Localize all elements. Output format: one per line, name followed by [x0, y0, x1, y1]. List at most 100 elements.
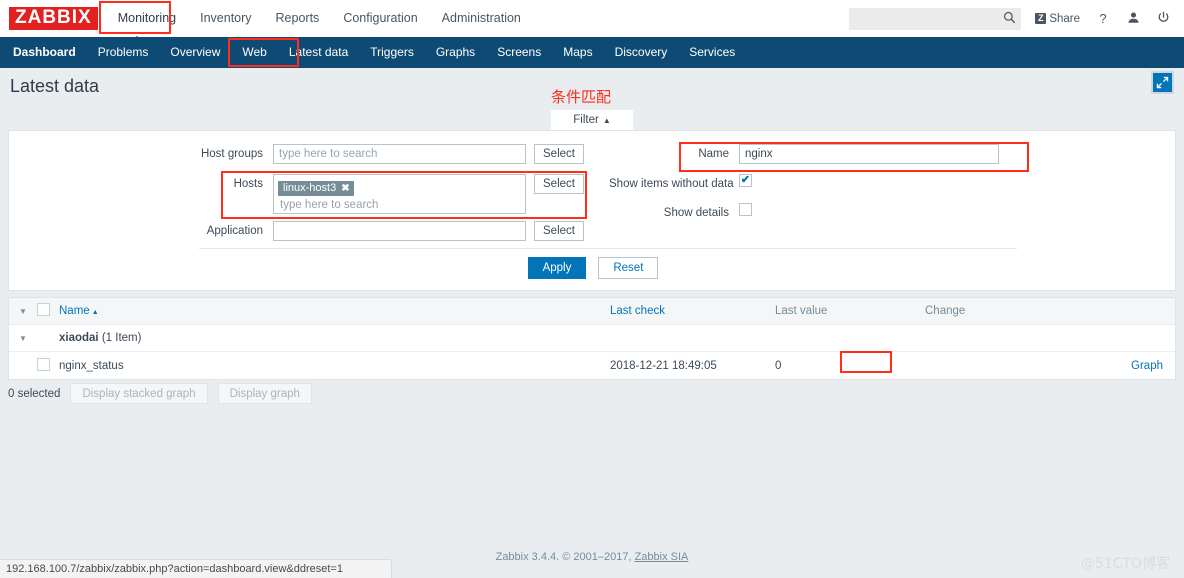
zabbix-latest-data-page: ZABBIX Monitoring Inventory Reports Conf…: [0, 0, 1184, 578]
vendor-link[interactable]: Zabbix SIA: [635, 551, 689, 563]
application-select-button[interactable]: Select: [534, 221, 584, 241]
host-chip-label: linux-host3: [283, 182, 337, 194]
subnav-item-web[interactable]: Web: [231, 37, 277, 68]
display-stacked-graph-button[interactable]: Display stacked graph: [70, 383, 208, 404]
sub-navigation-bar: Dashboard Problems Overview Web Latest d…: [0, 37, 1184, 68]
filter-divider: [199, 248, 1017, 249]
column-header-last-value: Last value: [775, 305, 828, 317]
subnav-item-dashboard[interactable]: Dashboard: [2, 37, 87, 68]
global-search[interactable]: [849, 7, 1022, 30]
sort-ascending-icon: ▲: [91, 309, 99, 316]
reset-button[interactable]: Reset: [598, 257, 659, 279]
hosts-input-placeholder[interactable]: type here to search: [278, 199, 521, 211]
group-item-count: (1 Item): [101, 332, 142, 344]
host-chip-linux-host3[interactable]: linux-host3 ✖: [278, 180, 354, 196]
show-items-without-data-checkbox[interactable]: ✔: [739, 174, 752, 187]
subnav-item-problems[interactable]: Problems: [87, 37, 160, 68]
main-menu: Monitoring Inventory Reports Configurati…: [106, 0, 533, 37]
column-header-name[interactable]: Name ▲: [59, 305, 610, 317]
label-hosts: Hosts: [233, 178, 263, 190]
column-header-name-label: Name: [59, 305, 90, 317]
filter-panel: Host groups Select Hosts linux-host3 ✖ t…: [8, 130, 1176, 291]
table-footer-actions: 0 selected Display stacked graph Display…: [8, 383, 312, 404]
label-host-groups: Host groups: [200, 148, 263, 160]
subnav-item-triggers[interactable]: Triggers: [359, 37, 425, 68]
help-glyph: ?: [1099, 11, 1107, 26]
browser-status-bar: 192.168.100.7/zabbix/zabbix.php?action=d…: [0, 559, 392, 578]
filter-fields: Host groups Select Hosts linux-host3 ✖ t…: [9, 131, 1175, 241]
column-header-last-check[interactable]: Last check: [610, 305, 775, 317]
close-icon[interactable]: ✖: [341, 183, 349, 194]
row-graph-link[interactable]: Graph: [1065, 360, 1175, 372]
kiosk-mode-button[interactable]: [1151, 71, 1174, 94]
row-last-check: 2018-12-21 18:49:05: [610, 359, 717, 372]
show-details-checkbox[interactable]: [739, 203, 752, 216]
group-host-name[interactable]: xiaodai: [59, 332, 99, 344]
display-graph-button[interactable]: Display graph: [217, 383, 312, 404]
field-host-groups: Host groups Select: [19, 144, 584, 164]
user-profile-icon[interactable]: [1126, 11, 1140, 27]
group-collapse-caret-icon[interactable]: ▼: [9, 334, 37, 343]
filter-action-buttons: Apply Reset: [9, 257, 1177, 279]
subnav-item-latest-data[interactable]: Latest data: [278, 37, 359, 68]
field-show-details: Show details: [609, 203, 752, 223]
filter-tab-label: Filter: [573, 114, 599, 126]
application-input[interactable]: [273, 221, 526, 241]
field-hosts: Hosts linux-host3 ✖ type here to search …: [19, 174, 584, 214]
row-last-value: 0: [775, 359, 782, 372]
subnav-item-overview[interactable]: Overview: [159, 37, 231, 68]
selected-count-label: 0 selected: [8, 387, 61, 400]
filter-tab[interactable]: Filter ▲: [551, 110, 633, 130]
main-menu-item-monitoring[interactable]: Monitoring: [106, 0, 188, 37]
label-name: Name: [698, 148, 729, 160]
hosts-multiselect[interactable]: linux-host3 ✖ type here to search: [273, 174, 526, 214]
row-item-name[interactable]: nginx_status: [59, 360, 610, 372]
main-menu-item-reports[interactable]: Reports: [264, 0, 332, 37]
latest-data-table: ▼ Name ▲ Last check Last value Change ▼ x…: [8, 297, 1176, 380]
share-badge-icon: Z: [1035, 13, 1047, 24]
host-groups-select-button[interactable]: Select: [534, 144, 584, 164]
label-show-details: Show details: [663, 207, 729, 219]
check-icon: ✔: [740, 174, 751, 186]
table-group-row: ▼ xiaodai (1 Item): [9, 325, 1175, 352]
select-all-checkbox[interactable]: [37, 303, 59, 319]
search-input[interactable]: [849, 8, 998, 29]
header-right-tools: Z Share ?: [849, 0, 1184, 37]
zabbix-logo[interactable]: ZABBIX: [9, 7, 98, 30]
subnav-item-services[interactable]: Services: [678, 37, 746, 68]
share-button[interactable]: Z Share: [1035, 13, 1080, 25]
main-menu-item-administration[interactable]: Administration: [430, 0, 533, 37]
column-header-change: Change: [925, 305, 966, 317]
main-menu-item-inventory[interactable]: Inventory: [188, 0, 263, 37]
field-application: Application Select: [19, 221, 584, 241]
checkbox-box[interactable]: [37, 303, 50, 316]
name-input[interactable]: [739, 144, 999, 164]
host-groups-input[interactable]: [273, 144, 526, 164]
checkbox-box[interactable]: [37, 357, 50, 371]
apply-button[interactable]: Apply: [527, 257, 587, 279]
label-application: Application: [206, 225, 263, 237]
main-menu-item-configuration[interactable]: Configuration: [331, 0, 429, 37]
top-header-bar: ZABBIX Monitoring Inventory Reports Conf…: [0, 0, 1184, 37]
expand-icon: [1156, 76, 1169, 89]
watermark: @51CTO博客: [1080, 556, 1170, 572]
row-checkbox[interactable]: [37, 357, 59, 374]
search-icon[interactable]: [1003, 11, 1016, 29]
collapse-all-caret-icon[interactable]: ▼: [9, 307, 37, 316]
sign-out-icon[interactable]: [1156, 11, 1170, 27]
share-label: Share: [1049, 12, 1080, 25]
table-row: nginx_status 2018-12-21 18:49:05 0 Graph: [9, 352, 1175, 379]
label-show-items-without-data: Show items without data: [609, 178, 734, 190]
hosts-select-button[interactable]: Select: [534, 174, 584, 194]
subnav-item-maps[interactable]: Maps: [552, 37, 603, 68]
help-icon[interactable]: ?: [1096, 11, 1110, 26]
table-header-row: ▼ Name ▲ Last check Last value Change: [9, 298, 1175, 325]
group-host-cell: xiaodai (1 Item): [59, 332, 610, 344]
subnav-item-graphs[interactable]: Graphs: [425, 37, 486, 68]
subnav-item-screens[interactable]: Screens: [486, 37, 552, 68]
field-show-items-without-data: Show items without data ✔: [609, 174, 752, 194]
chevron-up-icon: ▲: [602, 115, 611, 125]
copyright-text: Zabbix 3.4.4. © 2001–2017,: [495, 551, 635, 563]
subnav-item-discovery[interactable]: Discovery: [604, 37, 679, 68]
field-name: Name: [609, 144, 999, 164]
